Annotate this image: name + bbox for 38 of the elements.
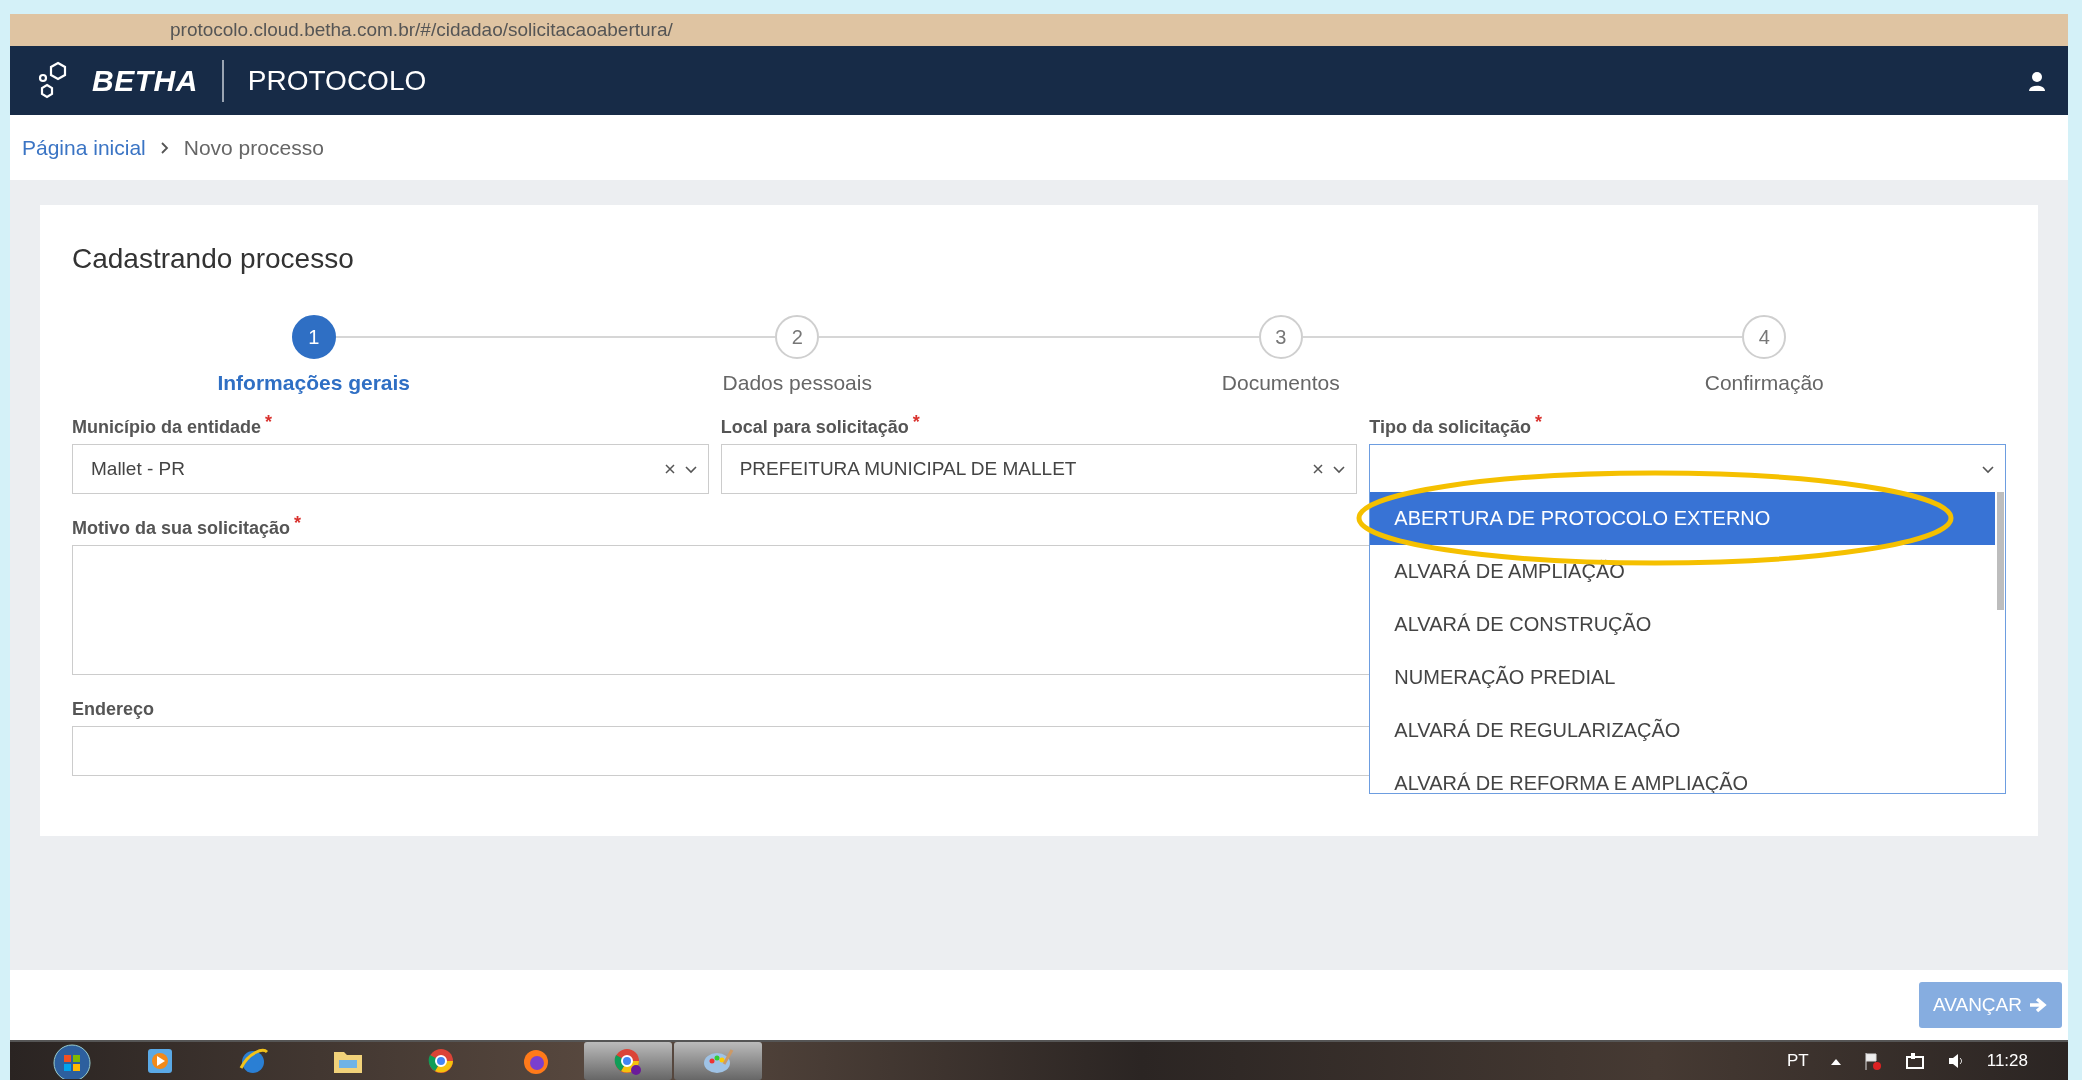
- clock-time[interactable]: 11:28: [1986, 1051, 2028, 1071]
- field-label: Endereço: [72, 699, 156, 720]
- step-label: Confirmação: [1704, 371, 1824, 395]
- network-icon[interactable]: [1904, 1051, 1925, 1071]
- clear-icon[interactable]: [1312, 463, 1325, 475]
- address-bar[interactable]: protocolo.cloud.betha.com.br/#/cidadao/solicitacaoabertura/: [10, 14, 2068, 46]
- select-field[interactable]: Mallet - PR: [72, 444, 709, 494]
- select-field[interactable]: PREFEITURA MUNICIPAL DE MALLET: [720, 444, 1358, 494]
- step-number[interactable]: 2: [775, 315, 820, 359]
- page-title: Cadastrando processo: [72, 243, 355, 275]
- caret-up-icon[interactable]: [1830, 1057, 1841, 1065]
- field-label: Município da entidade *: [72, 417, 274, 438]
- step-number[interactable]: 3: [1258, 315, 1303, 359]
- flag-icon[interactable]: [1862, 1051, 1883, 1071]
- globe-icon[interactable]: [238, 1046, 270, 1076]
- step-number[interactable]: 1: [291, 315, 336, 359]
- speaker-icon[interactable]: [1946, 1051, 1965, 1071]
- field-label: Local para solicitação *: [720, 417, 921, 438]
- dropdown-option[interactable]: ABERTURA DE PROTOCOLO EXTERNO: [1370, 492, 1995, 545]
- clear-icon[interactable]: [663, 463, 676, 475]
- arrow-right-icon: [2028, 996, 2048, 1014]
- user-icon[interactable]: [2028, 70, 2046, 91]
- start-orb-icon[interactable]: [52, 1043, 92, 1079]
- step-number[interactable]: 4: [1742, 315, 1787, 359]
- language-indicator[interactable]: PT: [1787, 1051, 1809, 1071]
- media-player-icon[interactable]: [145, 1046, 175, 1076]
- step-label: Informações gerais: [217, 371, 411, 395]
- product-title: PROTOCOLO: [247, 64, 427, 97]
- brand-logo: BETHA: [92, 63, 198, 98]
- step-label: Documentos: [1221, 371, 1340, 395]
- browser-icon[interactable]: [612, 1046, 644, 1076]
- scrollbar-thumb[interactable]: [1997, 492, 2004, 610]
- chevron-right-icon: [159, 140, 170, 155]
- field-label: Tipo da solicitação *: [1369, 417, 1544, 438]
- breadcrumb-current[interactable]: Novo processo: [183, 135, 324, 160]
- breadcrumb-link[interactable]: Página inicial: [22, 135, 146, 160]
- step-label: Dados pessoais: [722, 371, 872, 395]
- url-text: protocolo.cloud.betha.com.br/#/cidadao/solicitacaoabertura/: [170, 18, 673, 42]
